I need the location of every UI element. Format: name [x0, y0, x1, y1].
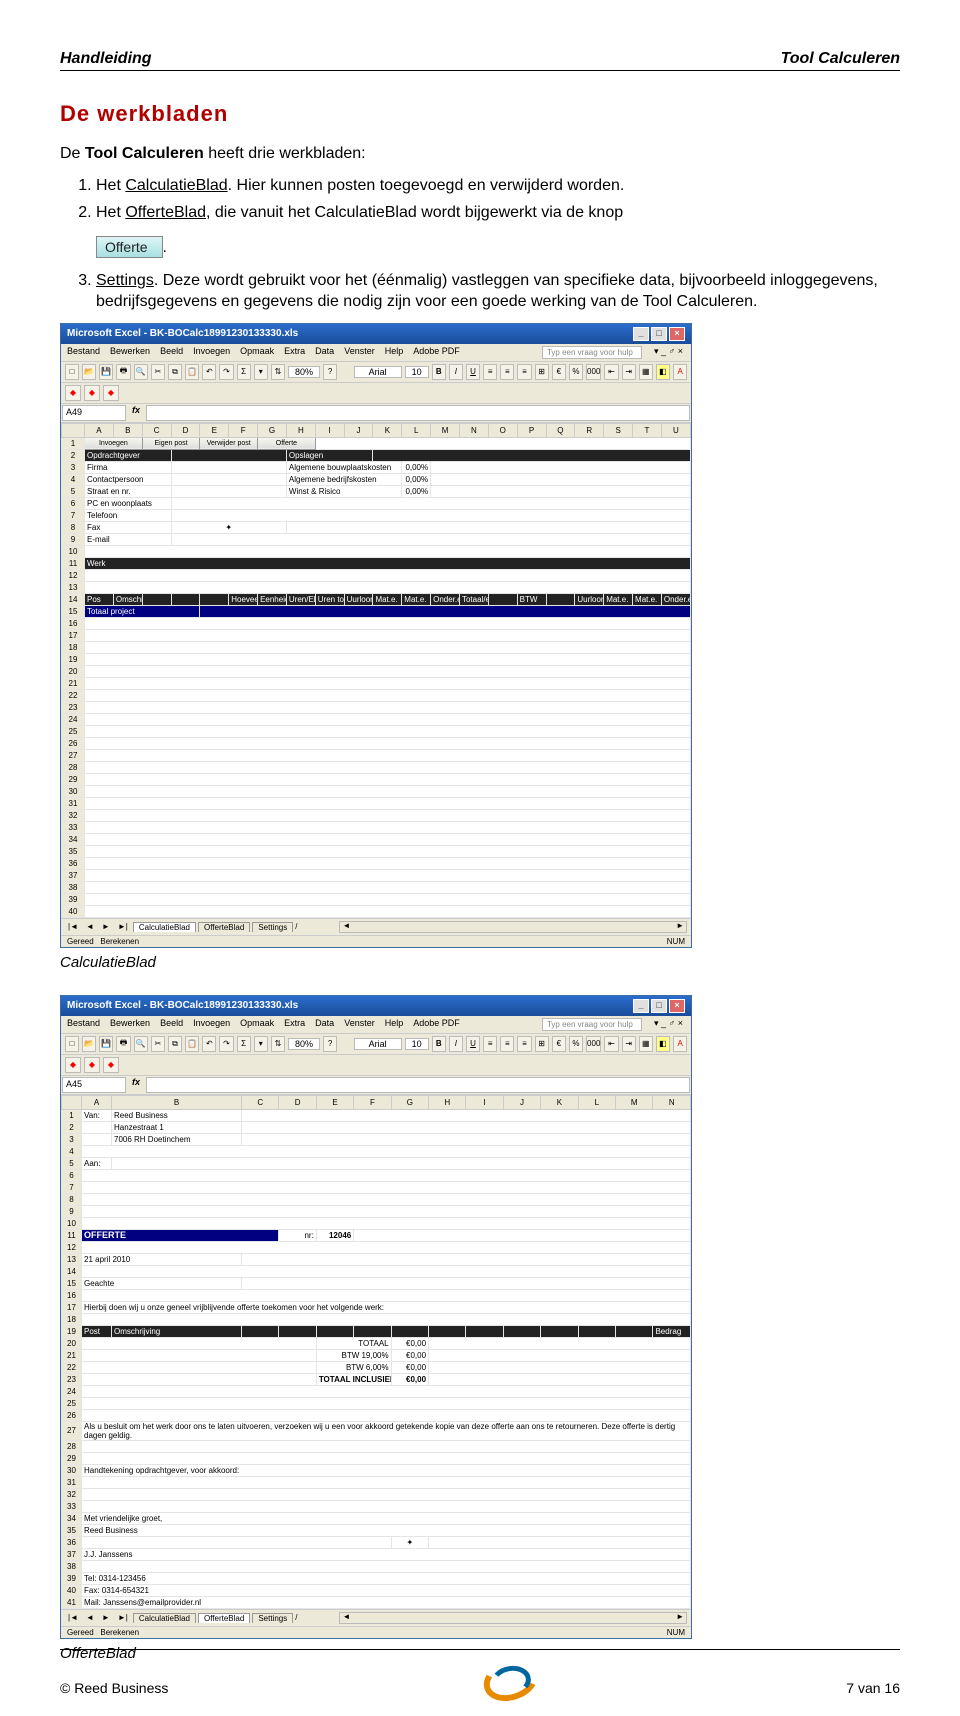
page-header: Handleiding Tool Calculeren — [60, 50, 900, 71]
sheet-tabs: |◄◄►►| CalculatieBlad OfferteBlad Settin… — [61, 918, 691, 935]
page-footer: © Reed Business 7 van 16 — [60, 1649, 900, 1696]
list-item-3: Settings. Deze wordt gebruikt voor het (… — [96, 270, 900, 313]
menu-item: Bewerken — [110, 346, 150, 359]
font-box: Arial — [354, 366, 402, 378]
menu-item: Help — [385, 346, 404, 359]
header-right: Tool Calculeren — [781, 50, 900, 68]
list-item-1: Het CalculatieBlad. Hier kunnen posten t… — [96, 175, 900, 197]
tab-settings: Settings — [252, 922, 293, 932]
offerte-button-image: Offerte — [96, 236, 163, 258]
menu-item: Opmaak — [240, 346, 274, 359]
window-title: Microsoft Excel - BK-BOCalc1899123013333… — [67, 328, 298, 339]
close-icon: × — [669, 327, 685, 341]
copy-icon: ⧉ — [168, 364, 182, 380]
caption-1: CalculatieBlad — [60, 954, 900, 971]
save-icon: 💾 — [99, 364, 113, 380]
new-icon: □ — [65, 364, 79, 380]
sheet-btn-eigenpost: Eigen post — [142, 437, 200, 449]
menu-bar: BestandBewerkenBeeldInvoegenOpmaakExtraD… — [61, 1016, 691, 1034]
screenshot-offerteblad: Microsoft Excel - BK-BOCalc1899123013333… — [60, 995, 692, 1639]
pdf-toolbar: ◆◆◆ — [61, 383, 691, 404]
tab-offerteblad: OfferteBlad — [198, 922, 250, 932]
currency-icon: € — [552, 364, 566, 380]
menu-item: Extra — [284, 346, 305, 359]
list-item-2: Het OfferteBlad, die vanuit het Calculat… — [96, 202, 900, 224]
menu-item: Venster — [344, 346, 375, 359]
formula-bar — [146, 405, 690, 421]
window-title: Microsoft Excel - BK-BOCalc1899123013333… — [67, 1000, 298, 1011]
section-title: De werkbladen — [60, 101, 900, 127]
menu-item: Invoegen — [193, 346, 230, 359]
sheet-btn-verwijder: Verwijder post — [200, 437, 258, 449]
name-box: A49 — [62, 405, 126, 421]
cut-icon: ✂ — [151, 364, 165, 380]
menu-item: Data — [315, 346, 334, 359]
help-search: Typ een vraag voor hulp — [542, 346, 642, 359]
open-icon: 📂 — [82, 364, 96, 380]
screenshot-calculatieblad: Microsoft Excel - BK-BOCalc1899123013333… — [60, 323, 692, 948]
print-icon: 🖶 — [116, 364, 130, 380]
window-controls: _□× — [631, 999, 685, 1013]
menu-item: Adobe PDF — [413, 346, 460, 359]
window-controls: _□× — [631, 327, 685, 341]
tab-calculatieblad: CalculatieBlad — [133, 922, 196, 932]
zoom-box: 80% — [288, 366, 320, 378]
sheet-btn-invoegen: Invoegen — [85, 437, 143, 449]
borders-icon: ▦ — [639, 364, 653, 380]
sort-icon: ⇅ — [271, 364, 285, 380]
redo-icon: ↷ — [219, 364, 233, 380]
header-left: Handleiding — [60, 50, 152, 68]
fx-icon: fx — [127, 404, 145, 422]
sum-icon: Σ — [237, 364, 251, 380]
fontsize-box: 10 — [405, 366, 429, 378]
standard-toolbar: □📂💾🖶🔍 ✂⧉📋 ↶↷ Σ▾⇅ 80% ? Arial 10 BIU ≡≡≡⊞… — [61, 362, 691, 383]
intro-paragraph: De Tool Calculeren heeft drie werkbladen… — [60, 143, 900, 165]
sheet-btn-offerte: Offerte — [258, 437, 316, 449]
menu-item: Bestand — [67, 346, 100, 359]
bold-icon: B — [432, 364, 446, 380]
paste-icon: 📋 — [185, 364, 199, 380]
undo-icon: ↶ — [202, 364, 216, 380]
worksheet-grid: ABCDEFGHIJKLMNOPQRSTU 1 Invoegen Eigen p… — [61, 423, 691, 918]
underline-icon: U — [466, 364, 480, 380]
minimize-icon: _ — [633, 327, 649, 341]
menu-bar: Bestand Bewerken Beeld Invoegen Opmaak E… — [61, 344, 691, 362]
footer-logo-icon — [477, 1656, 537, 1696]
menu-item: Beeld — [160, 346, 183, 359]
fontcolor-icon: A — [673, 364, 687, 380]
italic-icon: I — [449, 364, 463, 380]
footer-page-number: 7 van 16 — [846, 1680, 900, 1696]
footer-copyright: © Reed Business — [60, 1680, 168, 1696]
fill-icon: ◧ — [656, 364, 670, 380]
preview-icon: 🔍 — [134, 364, 148, 380]
worksheet-grid: ABCDEFGHIJKLMN 1Van:Reed Business 2Hanze… — [61, 1095, 691, 1609]
maximize-icon: □ — [651, 327, 667, 341]
